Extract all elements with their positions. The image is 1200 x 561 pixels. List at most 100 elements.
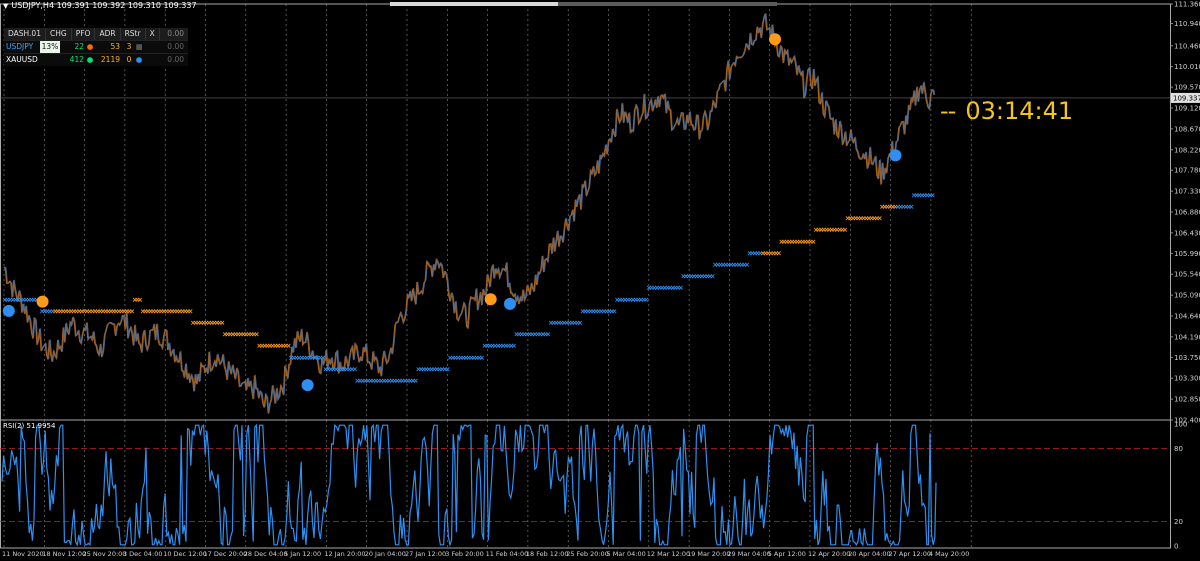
dashboard-header: DASH.01 CHG PFO ADR RStr X 0.00	[4, 28, 188, 40]
price-tick-label: 106.430	[1174, 229, 1200, 237]
trail-stop-marker: ×	[254, 331, 260, 339]
trail-stop-marker: ×	[286, 342, 292, 350]
dash-col-adr[interactable]: ADR	[95, 28, 121, 40]
trail-stop-marker: ×	[545, 331, 551, 339]
time-tick-label: 17 Dec 20:00	[204, 550, 248, 558]
price-tick-label: 104.640	[1174, 313, 1200, 321]
square-icon: ■	[135, 42, 143, 51]
time-tick-label: 5 Apr 12:00	[768, 550, 806, 558]
trail-stop-marker: ×	[643, 296, 649, 304]
time-tick-label: 12 Jan 20:00	[324, 550, 365, 558]
price-tick-label: 109.120	[1174, 105, 1200, 113]
time-tick-label: 27 Jan 12:00	[405, 550, 446, 558]
row-value: 0.00	[167, 42, 184, 51]
trend-switch-dot	[36, 295, 49, 308]
row-adr: 53	[110, 42, 120, 51]
dash-header-value: 0.00	[167, 29, 184, 38]
price-tick-label: 110.010	[1174, 63, 1200, 71]
time-tick-label: 18 Nov 12:00	[42, 550, 86, 558]
trend-switch-dot	[484, 293, 497, 306]
row-rstr: 3	[126, 42, 132, 51]
time-tick-label: 29 Mar 04:00	[727, 550, 770, 558]
dash-col-rstr[interactable]: RStr	[121, 28, 146, 40]
dash-tab-name[interactable]: DASH.01	[4, 28, 46, 40]
price-tick-label: 105.540	[1174, 271, 1200, 279]
trail-stop-marker: ×	[320, 354, 326, 362]
bar-countdown: -- 03:14:41	[940, 97, 1073, 125]
time-tick-label: 25 Nov 20:00	[83, 550, 127, 558]
time-tick-label: 11 Feb 04:00	[486, 550, 529, 558]
current-price-label: 109.337	[1173, 94, 1200, 102]
trail-stop-marker: ×	[930, 191, 936, 199]
price-tick-label: 107.780	[1174, 167, 1200, 175]
price-tick-label: 105.090	[1174, 292, 1200, 300]
price-tick-label: 108.220	[1174, 146, 1200, 154]
row-adr: 2119	[100, 55, 120, 64]
countdown-dash-icon: --	[940, 97, 956, 125]
time-tick-label: 5 Mar 04:00	[607, 550, 646, 558]
rsi-tick-label: 80	[1174, 445, 1183, 453]
time-tick-label: 18 Feb 12:00	[526, 550, 569, 558]
trail-stop-marker: ×	[744, 261, 750, 269]
price-tick-label: 111.360	[1174, 1, 1200, 9]
row-value: 0.00	[167, 55, 184, 64]
price-tick-label: 106.880	[1174, 209, 1200, 217]
rsi-tick-label: 0	[1174, 543, 1178, 551]
dashboard-row[interactable]: USDJPY 13% 22 ● 53 3 ■ 0.00	[4, 40, 188, 53]
trail-stop-marker: ×	[776, 249, 782, 257]
row-symbol[interactable]: USDJPY	[4, 41, 40, 53]
dashboard-row[interactable]: XAUUSD 412 ● 2119 0 ● 0.00	[4, 53, 188, 66]
trail-stop-marker: ×	[219, 319, 225, 327]
trail-stop-marker: ×	[908, 203, 914, 211]
time-tick-label: 3 Feb 20:00	[445, 550, 484, 558]
trail-stop-marker: ×	[612, 307, 618, 315]
scroll-thumb[interactable]	[390, 2, 558, 6]
time-tick-label: 10 Dec 12:00	[163, 550, 207, 558]
trend-switch-dot	[768, 33, 781, 46]
price-tick-label: 102.850	[1174, 396, 1200, 404]
row-chg-badge	[40, 54, 60, 66]
trend-switch-dot	[301, 379, 314, 392]
rsi-indicator	[1, 423, 937, 548]
triangle-down-icon: ▼	[3, 2, 9, 10]
time-tick-label: 20 Apr 04:00	[848, 550, 890, 558]
price-tick-label: 109.570	[1174, 84, 1200, 92]
price-tick-label: 103.300	[1174, 375, 1200, 383]
trend-switch-dot	[2, 304, 15, 317]
rsi-tick-label: 100	[1174, 421, 1187, 429]
dot-icon: ●	[86, 42, 94, 51]
trail-stop-marker: ×	[129, 307, 135, 315]
rsi-title: RSI(2) 51.9954	[3, 422, 56, 430]
time-tick-label: 20 Jan 04:00	[365, 550, 406, 558]
trail-stop-marker: ×	[810, 238, 816, 246]
trail-stop-marker: ×	[413, 377, 419, 385]
time-tick-label: 25 Feb 20:00	[566, 550, 609, 558]
time-tick-label: 4 May 20:00	[929, 550, 969, 558]
trend-switch-dot	[503, 297, 516, 310]
chart-title: ▼ USDJPY,H4 109.391 109.392 109.310 109.3…	[3, 1, 197, 10]
chart-canvas[interactable]: ××××××××××××××××××××××××××××××××××××××××…	[0, 0, 1200, 561]
trail-stop-marker: ×	[445, 365, 451, 373]
trail-stop-marker: ×	[710, 273, 716, 281]
dash-col-pfo[interactable]: PFO	[72, 28, 96, 40]
trail-stop-marker: ×	[188, 307, 194, 315]
price-tick-label: 107.330	[1174, 188, 1200, 196]
trail-stop-marker: ×	[511, 342, 517, 350]
dash-col-chg[interactable]: CHG	[46, 28, 72, 40]
trail-stop-marker: ×	[577, 319, 583, 327]
trail-stop-marker: ×	[678, 284, 684, 292]
scroll-bar[interactable]	[390, 2, 777, 6]
row-pfo: 412	[69, 55, 84, 64]
time-tick-label: 28 Dec 04:00	[244, 550, 288, 558]
rsi-series	[1, 423, 937, 548]
dash-close-button[interactable]: X	[146, 28, 160, 40]
time-tick-label: 12 Apr 20:00	[808, 550, 850, 558]
time-tick-label: 19 Mar 20:00	[687, 550, 730, 558]
row-symbol[interactable]: XAUUSD	[4, 54, 40, 66]
price-tick-label: 103.750	[1174, 354, 1200, 362]
price-tick-label: 104.190	[1174, 333, 1200, 341]
trail-stop-marker: ×	[352, 365, 358, 373]
row-rstr: 0	[126, 55, 132, 64]
trail-stop-marker: ×	[842, 226, 848, 234]
price-tick-label: 105.990	[1174, 250, 1200, 258]
